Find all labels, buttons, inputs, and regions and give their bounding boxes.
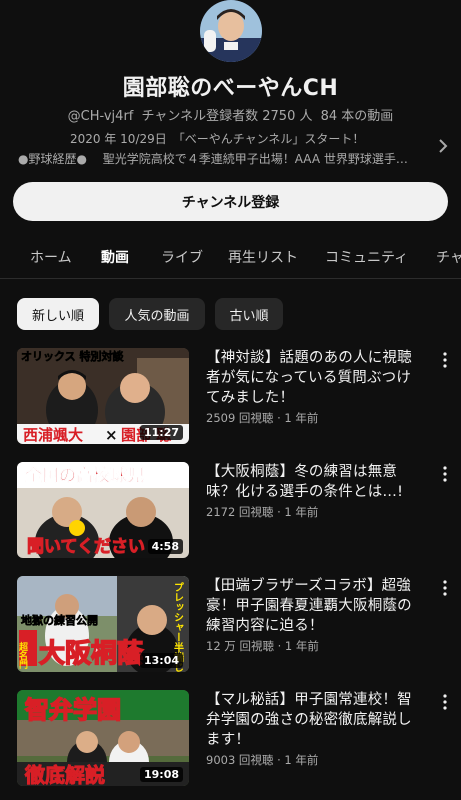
channel-description[interactable]: 2020 年 10/29日 「べーやんチャンネル」スタート！ ●野球経歴● 聖光… — [18, 129, 428, 169]
video-views: 12 万 回視聴 — [206, 639, 274, 653]
tab-playlists[interactable]: 再生リスト — [228, 235, 298, 278]
channel-tabs: ホーム 動画 ライブ 再生リスト コミュニティ チャ — [0, 235, 461, 279]
video-duration: 11:27 — [139, 425, 183, 440]
thumbnail-caption-top: オリックス 特別対談 — [21, 349, 124, 363]
tab-live[interactable]: ライブ — [161, 235, 203, 278]
video-views: 2509 回視聴 — [206, 411, 274, 425]
video-views: 2172 回視聴 — [206, 505, 274, 519]
video-title[interactable]: 【田端ブラザーズコラボ】超強豪！甲子園春夏連覇大阪桐蔭の練習内容に迫る！ — [206, 576, 420, 636]
more-vert-icon[interactable] — [439, 464, 451, 484]
video-thumbnail[interactable]: 地獄の練習公開 超名門 大阪桐蔭 プレッシャー半端じゃ 13:04 — [17, 576, 189, 672]
video-meta: 12 万 回視聴 · 1 年前 — [206, 639, 319, 653]
description-line-2: ●野球経歴● 聖光学院高校で４季連続甲子出場！AAA 世界野球選手… — [18, 152, 408, 166]
tab-videos[interactable]: 動画 — [101, 235, 129, 278]
video-count: 84 本の動画 — [320, 109, 394, 124]
tab-channels[interactable]: チャ — [436, 235, 461, 278]
thumbnail-caption-left: 西浦颯大 — [23, 426, 83, 444]
video-item[interactable]: オリックス 特別対談 西浦颯大 × 園部 聡 11:27 【神対談】話題のあの人… — [17, 348, 457, 448]
video-title[interactable]: 【神対談】話題のあの人に視聴者が気になっている質問ぶつけてみました！ — [206, 348, 420, 408]
video-age: 1 年前 — [284, 753, 319, 767]
video-title[interactable]: 【大阪桐蔭】冬の練習は無意味？化ける選手の条件とは…! — [206, 462, 420, 502]
channel-handle: @CH-vj4rf — [67, 109, 134, 124]
chip-newest[interactable]: 新しい順 — [17, 298, 99, 330]
more-vert-icon[interactable] — [439, 350, 451, 370]
video-thumbnail[interactable]: 全国の高校球児 聞いてください 4:58 — [17, 462, 189, 558]
thumbnail-caption-top: 全国の高校球児 — [24, 465, 144, 486]
tab-home[interactable]: ホーム — [30, 235, 72, 278]
video-meta: 2509 回視聴 · 1 年前 — [206, 411, 319, 425]
more-vert-icon[interactable] — [439, 578, 451, 598]
video-thumbnail[interactable]: 智弁学園 徹底解説 19:08 — [17, 690, 189, 786]
subscriber-count: チャンネル登録者数 2750 人 — [141, 109, 313, 124]
channel-name: 園部聡のべーやんCH — [122, 76, 339, 101]
video-age: 1 年前 — [284, 411, 319, 425]
video-age: 1 年前 — [284, 639, 319, 653]
video-meta: 9003 回視聴 · 1 年前 — [206, 753, 319, 767]
tab-community[interactable]: コミュニティ — [325, 235, 408, 278]
thumbnail-caption-x: × — [105, 426, 118, 444]
video-thumbnail[interactable]: オリックス 特別対談 西浦颯大 × 園部 聡 11:27 — [17, 348, 189, 444]
more-vert-icon[interactable] — [439, 692, 451, 712]
video-meta: 2172 回視聴 · 1 年前 — [206, 505, 319, 519]
video-item[interactable]: 地獄の練習公開 超名門 大阪桐蔭 プレッシャー半端じゃ 13:04 【田端ブラザ… — [17, 576, 457, 676]
thumbnail-caption-main: 大阪桐蔭 — [39, 639, 144, 669]
video-duration: 19:08 — [139, 767, 183, 782]
video-age: 1 年前 — [284, 505, 319, 519]
video-views: 9003 回視聴 — [206, 753, 274, 767]
thumbnail-caption-top: 地獄の練習公開 — [21, 613, 98, 627]
avatar-image — [200, 0, 262, 62]
chip-oldest[interactable]: 古い順 — [215, 298, 283, 330]
video-duration: 13:04 — [139, 653, 183, 668]
video-item[interactable]: 智弁学園 徹底解説 19:08 【マル秘話】甲子園常連校！智弁学園の強さの秘密徹… — [17, 690, 457, 790]
avatar[interactable] — [200, 0, 262, 62]
video-item[interactable]: 全国の高校球児 聞いてください 4:58 【大阪桐蔭】冬の練習は無意味？化ける選… — [17, 462, 457, 562]
chip-popular[interactable]: 人気の動画 — [109, 298, 205, 330]
channel-page: 園部聡のべーやんCH @CH-vj4rf チャンネル登録者数 2750 人 84… — [0, 0, 461, 800]
description-line-1: 2020 年 10/29日 「べーやんチャンネル」スタート！ — [70, 132, 365, 146]
video-duration: 4:58 — [147, 539, 183, 554]
thumbnail-caption-top: 智弁学園 — [25, 696, 121, 724]
thumbnail-caption-bottom: 聞いてください — [27, 537, 145, 557]
thumbnail-caption-bottom: 徹底解説 — [24, 763, 105, 786]
chevron-right-icon[interactable] — [435, 136, 451, 156]
channel-meta: @CH-vj4rf チャンネル登録者数 2750 人 84 本の動画 — [0, 105, 461, 124]
thumbnail-caption-side: 超名門 — [17, 641, 29, 670]
video-title[interactable]: 【マル秘話】甲子園常連校！智弁学園の強さの秘密徹底解説します！ — [206, 690, 420, 750]
subscribe-button[interactable]: チャンネル登録 — [13, 182, 448, 221]
